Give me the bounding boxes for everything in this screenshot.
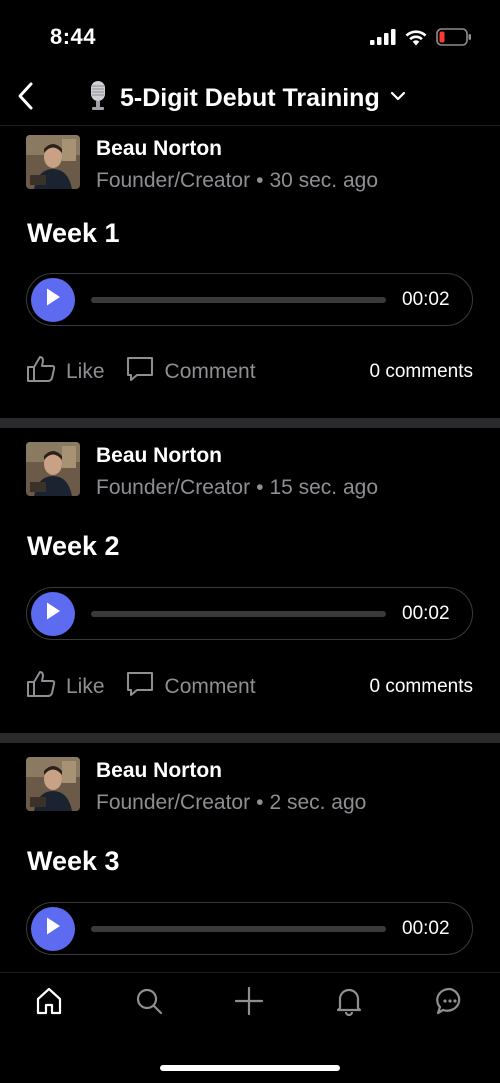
author-name[interactable]: Beau Norton [96,135,378,163]
post-divider [0,418,500,428]
post-time: 2 sec. ago [269,791,367,814]
author-name[interactable]: Beau Norton [96,442,378,470]
post-title: Week 3 [27,846,120,876]
audio-duration: 00:02 [402,288,450,310]
tab-search[interactable] [131,985,167,1021]
status-icons [370,28,472,51]
avatar[interactable] [26,757,80,811]
tab-messages[interactable] [432,985,468,1021]
tab-notifications[interactable] [331,985,367,1021]
author-meta: Founder/Creator • 15 sec. ago [96,472,378,504]
author-role: Founder/Creator [96,476,251,499]
meta-separator: • [256,476,264,499]
status-time: 8:44 [50,24,97,49]
audio-duration: 00:02 [402,917,450,939]
wifi-icon [404,29,428,51]
comment-icon [125,670,165,704]
author-name[interactable]: Beau Norton [96,757,366,785]
chevron-down-icon [390,89,406,107]
like-button[interactable]: Like [26,355,105,389]
tab-create[interactable] [231,985,267,1021]
author-role: Founder/Creator [96,169,251,192]
channel-selector[interactable]: 5-Digit Debut Training [86,78,406,118]
audio-player: 00:02 [26,902,473,955]
audio-progress-track[interactable] [91,296,386,303]
author-block: Beau Norton Founder/Creator • 2 sec. ago [96,757,366,819]
tab-home[interactable] [31,985,67,1021]
home-indicator [160,1065,340,1071]
microphone-icon [86,80,110,117]
author-role: Founder/Creator [96,791,251,814]
bell-icon [334,986,364,1021]
play-icon [44,287,62,312]
back-button[interactable] [8,78,42,118]
avatar[interactable] [26,135,80,189]
chevron-left-icon [16,81,34,116]
post-title: Week 1 [27,218,120,248]
play-button[interactable] [31,591,75,636]
post-card: Beau Norton Founder/Creator • 2 sec. ago W… [0,743,500,972]
audio-progress-track[interactable] [91,925,386,932]
post-time: 30 sec. ago [269,169,379,192]
cellular-signal-icon [370,29,396,50]
post-header: Beau Norton Founder/Creator • 30 sec. ago [26,135,378,197]
comment-label: Comment [164,360,256,383]
post-header: Beau Norton Founder/Creator • 15 sec. ago [26,442,378,504]
play-icon [44,916,62,941]
comment-button[interactable]: Comment [125,355,256,389]
play-button[interactable] [31,906,75,951]
author-meta: Founder/Creator • 2 sec. ago [96,787,366,819]
battery-low-icon [436,28,472,51]
home-icon [34,986,64,1021]
like-button[interactable]: Like [26,670,105,704]
play-button[interactable] [31,277,75,322]
post-card: Beau Norton Founder/Creator • 15 sec. ago … [0,428,500,733]
author-block: Beau Norton Founder/Creator • 30 sec. ago [96,135,378,197]
comment-count[interactable]: 0 comments [370,676,473,698]
avatar[interactable] [26,442,80,496]
comment-label: Comment [164,675,256,698]
post-actions: Like Comment 0 comments [26,355,473,389]
post-card: Beau Norton Founder/Creator • 30 sec. ago … [0,127,500,418]
chat-bubble-icon [435,986,465,1021]
comment-icon [125,355,165,389]
post-actions: Like Comment 0 comments [26,670,473,704]
nav-bar: 5-Digit Debut Training [0,70,500,126]
thumbs-up-icon [26,670,66,704]
audio-progress-track[interactable] [91,610,386,617]
author-block: Beau Norton Founder/Creator • 15 sec. ago [96,442,378,504]
like-label: Like [66,360,105,383]
page-title: 5-Digit Debut Training [120,83,380,112]
plus-icon [234,986,264,1021]
status-bar: 8:44 [0,0,500,70]
audio-player: 00:02 [26,273,473,326]
post-header: Beau Norton Founder/Creator • 2 sec. ago [26,757,366,819]
audio-duration: 00:02 [402,602,450,624]
play-icon [44,601,62,626]
post-feed[interactable]: Beau Norton Founder/Creator • 30 sec. ago … [0,127,500,972]
comment-count[interactable]: 0 comments [370,361,473,383]
search-icon [134,986,164,1021]
post-divider [0,733,500,743]
meta-separator: • [256,791,264,814]
like-label: Like [66,675,105,698]
thumbs-up-icon [26,355,66,389]
meta-separator: • [256,169,264,192]
post-title: Week 2 [27,531,120,561]
audio-player: 00:02 [26,587,473,640]
comment-button[interactable]: Comment [125,670,256,704]
author-meta: Founder/Creator • 30 sec. ago [96,165,378,197]
post-time: 15 sec. ago [269,476,379,499]
